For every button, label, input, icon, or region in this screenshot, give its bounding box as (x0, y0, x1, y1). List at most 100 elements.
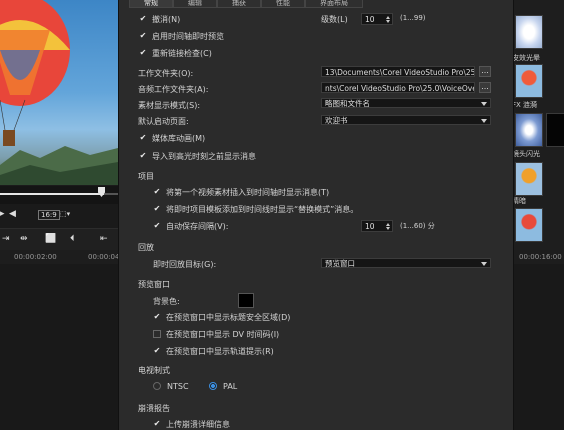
startup-page-select[interactable]: 欢迎书 (321, 115, 491, 125)
spin-down-icon[interactable] (386, 20, 390, 23)
spin-down-icon[interactable] (386, 227, 390, 230)
clip-display-value: 略图和文件名 (325, 99, 370, 108)
volume-icon[interactable]: ◀ (9, 209, 16, 219)
library-thumb[interactable] (546, 113, 564, 147)
audio-folder-field[interactable]: nts\Corel VideoStudio Pro\25.0\VoiceOver… (321, 82, 475, 93)
playback-section-title: 回放 (138, 243, 154, 252)
aspect-ratio-icon[interactable]: 16:9 (38, 210, 60, 220)
check-icon: ✔ (139, 47, 147, 57)
trim-icon[interactable]: ⇹ (20, 234, 28, 244)
dv-timecode-label: 在预览窗口中显示 DV 时间码(I) (166, 330, 280, 339)
ruler-timecode: 00:00:04 (88, 253, 120, 261)
library-thumb-label: 晴暗 (512, 197, 526, 205)
playback-target-select[interactable]: 预览窗口 (321, 258, 491, 268)
library-thumb-label: 镜头闪光 (512, 150, 540, 158)
audio-folder-browse-button[interactable]: ... (479, 82, 491, 93)
safe-area-checkbox[interactable]: ✔ 在预览窗口中显示标题安全区域(D) (153, 311, 291, 323)
startup-page-value: 欢迎书 (325, 116, 348, 125)
preview-window-section-title: 预览窗口 (138, 280, 170, 289)
tab-layout[interactable]: 界面布局 (305, 0, 363, 8)
check-icon: ✔ (153, 345, 161, 355)
spin-up-icon[interactable] (386, 16, 390, 19)
crop-icon[interactable]: ⬚▾ (60, 210, 70, 218)
tab-performance[interactable]: 性能 (261, 0, 305, 8)
undo-label: 撤消(N) (152, 15, 181, 24)
timeline-toolbar: ⇥ ⇹ ⬜ ⏴ ⇤ (0, 228, 118, 251)
ripple-icon[interactable]: ⏴ (70, 234, 75, 244)
timeline-tracks (0, 264, 118, 430)
timeline-ruler: 00:00:02:00 00:00:04 (0, 250, 120, 264)
check-icon: ✔ (153, 418, 161, 428)
upload-crash-checkbox[interactable]: ✔ 上传崩溃详细信息 (153, 419, 230, 430)
ruler-timecode: 00:00:02:00 (14, 253, 57, 261)
bg-color-label: 背景色: (153, 297, 180, 306)
split-icon[interactable]: ⇥ (2, 234, 10, 244)
tab-capture[interactable]: 捕获 (217, 0, 261, 8)
safe-area-label: 在预览窗口中显示标题安全区域(D) (166, 313, 291, 322)
tv-system-section-title: 电视制式 (138, 366, 170, 375)
tab-general[interactable]: 常规 (129, 0, 173, 8)
library-thumb[interactable] (515, 15, 543, 49)
replace-mode-label: 将即时项目模板添加到时间线时显示“替换模式”消息。 (166, 205, 359, 214)
chevron-down-icon (481, 262, 487, 266)
instant-playback-label: 启用时间轴即时预览 (152, 32, 224, 41)
check-icon: ✔ (153, 220, 161, 230)
ntsc-label: NTSC (167, 382, 189, 391)
track-hint-label: 在预览窗口中显示轨道提示(R) (166, 347, 274, 356)
audio-folder-label: 音频工作文件夹(A): (138, 85, 209, 94)
autosave-checkbox[interactable]: ✔ 自动保存间隔(V): (153, 220, 229, 232)
fit-icon[interactable]: ⬜ (45, 234, 56, 244)
play-icon[interactable]: ▸ (0, 209, 5, 219)
check-icon: ✔ (153, 311, 161, 321)
spin-up-icon[interactable] (386, 223, 390, 226)
dv-timecode-checkbox[interactable]: 在预览窗口中显示 DV 时间码(I) (153, 329, 279, 340)
pal-radio[interactable]: PAL (209, 381, 237, 391)
levels-spinner[interactable]: 10 (361, 13, 393, 25)
check-icon: ✔ (153, 186, 161, 196)
playback-target-label: 即时回放目标(G): (153, 260, 217, 269)
hq-import-checkbox[interactable]: ✔ 导入到高光时刻之前显示消息 (139, 151, 256, 162)
library-thumb[interactable] (515, 64, 543, 98)
replace-mode-checkbox[interactable]: ✔ 将即时项目模板添加到时间线时显示“替换模式”消息。 (153, 203, 359, 215)
playback-controls: ▸ ◀ 16:9 ⬚▾ (0, 204, 118, 228)
playback-target-value: 预览窗口 (325, 259, 355, 268)
radio-on-icon (209, 381, 217, 390)
preferences-dialog: 常规 编辑 捕获 性能 界面布局 ✔ 撤消(N) 级数(L) 10 (1...99… (118, 0, 514, 430)
library-thumb[interactable] (515, 113, 543, 147)
media-library-label: 媒体库动画(M) (152, 134, 206, 143)
radio-off-icon (153, 381, 161, 390)
relink-checkbox[interactable]: ✔ 重新链接检查(C) (139, 48, 212, 59)
timeline-ruler-right: 00:00:16:00 (512, 250, 564, 264)
unchecked-box-icon (153, 329, 161, 338)
work-folder-field[interactable]: 13\Documents\Corel VideoStudio Pro\25.0\ (321, 66, 475, 77)
media-library-checkbox[interactable]: ✔ 媒体库动画(M) (139, 133, 206, 144)
undo-checkbox[interactable]: ✔ 撤消(N) (139, 14, 181, 25)
mark-icon[interactable]: ⇤ (100, 234, 108, 244)
check-icon: ✔ (153, 203, 161, 213)
autosave-range: (1...60) 分 (400, 222, 435, 230)
autosave-value: 10 (365, 222, 375, 231)
tab-edit[interactable]: 编辑 (173, 0, 217, 8)
library-thumb-label: 皮效光晕 (512, 54, 540, 62)
first-clip-checkbox[interactable]: ✔ 将第一个视频素材插入到时间轴时显示消息(T) (153, 186, 330, 198)
clip-display-select[interactable]: 略图和文件名 (321, 98, 491, 108)
check-icon: ✔ (139, 30, 147, 40)
autosave-label: 自动保存间隔(V): (166, 222, 229, 231)
check-icon: ✔ (139, 150, 147, 160)
scrub-remaining (104, 193, 118, 195)
track-hint-checkbox[interactable]: ✔ 在预览窗口中显示轨道提示(R) (153, 346, 274, 357)
autosave-spinner[interactable]: 10 (361, 220, 393, 232)
startup-page-label: 默认启动页面: (138, 117, 189, 126)
work-folder-label: 工作文件夹(O): (138, 69, 194, 78)
bg-color-swatch[interactable] (238, 293, 254, 308)
library-thumb[interactable] (515, 162, 543, 196)
ntsc-radio[interactable]: NTSC (153, 381, 189, 391)
levels-label: 级数(L) (321, 15, 348, 24)
first-clip-label: 将第一个视频素材插入到时间轴时显示消息(T) (166, 188, 330, 197)
work-folder-browse-button[interactable]: ... (479, 66, 491, 77)
instant-playback-checkbox[interactable]: ✔ 启用时间轴即时预览 (139, 31, 224, 42)
scrub-progress (0, 193, 104, 195)
ruler-timecode: 00:00:16:00 (519, 253, 562, 261)
library-thumb[interactable] (515, 208, 543, 242)
clip-display-label: 素材显示模式(S): (138, 101, 201, 110)
